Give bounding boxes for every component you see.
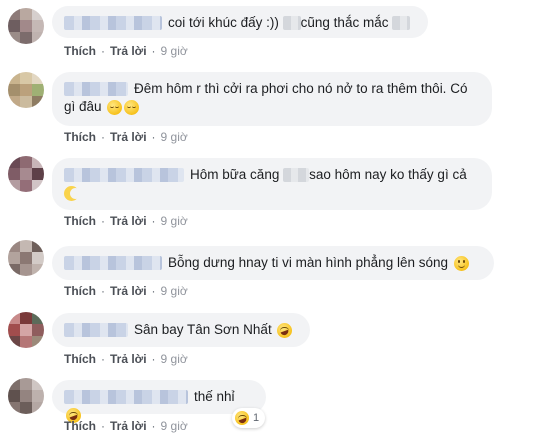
comment-text-continued: sao hôm nay ko thấy gì cả xyxy=(309,167,467,182)
comment-text-line2: gì đâu xyxy=(64,99,102,114)
mention-redacted xyxy=(282,16,301,31)
commenter-name[interactable] xyxy=(64,16,162,31)
timestamp[interactable]: 9 giờ xyxy=(161,44,188,58)
comment-text: Sân bay Tân Sơn Nhất xyxy=(134,322,272,337)
avatar[interactable] xyxy=(8,312,44,348)
avatar[interactable] xyxy=(8,156,44,192)
comment-text: Bỗng dưng hnay ti vi màn hình phẳng lên … xyxy=(168,255,448,270)
comment-text: Đêm hôm r thì cởi ra phơi cho nó nở to r… xyxy=(134,81,468,96)
comment-actions: Thích · Trả lời · 9 giờ xyxy=(64,130,188,144)
timestamp[interactable]: 9 giờ xyxy=(161,130,188,144)
reaction-count: 1 xyxy=(253,412,260,424)
like-link[interactable]: Thích xyxy=(64,419,96,433)
commenter-name[interactable] xyxy=(64,82,128,97)
commenter-name[interactable] xyxy=(64,390,188,405)
comment-bubble: coi tới khúc đấy :)) cũng thắc mắc xyxy=(52,6,428,38)
avatar[interactable] xyxy=(8,378,44,414)
comment-actions: Thích · Trả lời · 9 giờ xyxy=(64,284,188,298)
like-link[interactable]: Thích xyxy=(64,44,96,58)
comment-bubble: Bỗng dưng hnay ti vi màn hình phẳng lên … xyxy=(52,246,494,280)
comment-actions: Thích · Trả lời · 9 giờ xyxy=(64,352,188,366)
comment-text: Hôm bữa căng xyxy=(190,167,280,182)
comment-actions: Thích · Trả lời · 9 giờ xyxy=(64,419,188,433)
relieved-face-icon xyxy=(107,99,123,115)
relieved-face-icon xyxy=(124,99,140,115)
redacted-word xyxy=(392,16,411,31)
avatar[interactable] xyxy=(8,240,44,276)
comment-bubble: Hôm bữa căng sao hôm nay ko thấy gì cả xyxy=(52,158,492,210)
reply-link[interactable]: Trả lời xyxy=(110,284,147,298)
comment-bubble: Đêm hôm r thì cởi ra phơi cho nó nở to r… xyxy=(52,72,492,126)
avatar[interactable] xyxy=(8,8,44,44)
smile-face-icon xyxy=(453,255,469,271)
comment-actions: Thích · Trả lời · 9 giờ xyxy=(64,214,188,228)
redacted-word xyxy=(283,168,310,183)
timestamp[interactable]: 9 giờ xyxy=(161,284,188,298)
reply-link[interactable]: Trả lời xyxy=(110,352,147,366)
comment-bubble: Sân bay Tân Sơn Nhất xyxy=(52,313,310,347)
reply-link[interactable]: Trả lời xyxy=(110,44,147,58)
comment-text-continued: cũng thắc mắc xyxy=(300,15,389,30)
rofl-face-icon xyxy=(277,322,293,338)
timestamp[interactable]: 9 giờ xyxy=(161,352,188,366)
commenter-name[interactable] xyxy=(64,323,128,338)
moon-face-icon xyxy=(64,185,81,201)
comment-text: coi tới khúc đấy :)) xyxy=(168,15,279,30)
timestamp[interactable]: 9 giờ xyxy=(161,419,188,433)
reply-link[interactable]: Trả lời xyxy=(110,214,147,228)
reaction-count-badge[interactable]: 1 xyxy=(232,408,266,428)
timestamp[interactable]: 9 giờ xyxy=(161,214,188,228)
comment-text: thế nhỉ xyxy=(194,389,235,404)
like-link[interactable]: Thích xyxy=(64,130,96,144)
commenter-name[interactable] xyxy=(64,256,162,271)
comment-bubble: thế nhỉ xyxy=(52,380,266,423)
reply-link[interactable]: Trả lời xyxy=(110,130,147,144)
commenter-name[interactable] xyxy=(64,168,184,183)
like-link[interactable]: Thích xyxy=(64,352,96,366)
comment-actions: Thích · Trả lời · 9 giờ xyxy=(64,44,188,58)
like-link[interactable]: Thích xyxy=(64,284,96,298)
like-link[interactable]: Thích xyxy=(64,214,96,228)
reply-link[interactable]: Trả lời xyxy=(110,419,147,433)
avatar[interactable] xyxy=(8,72,44,108)
laughing-face-icon xyxy=(235,411,249,425)
